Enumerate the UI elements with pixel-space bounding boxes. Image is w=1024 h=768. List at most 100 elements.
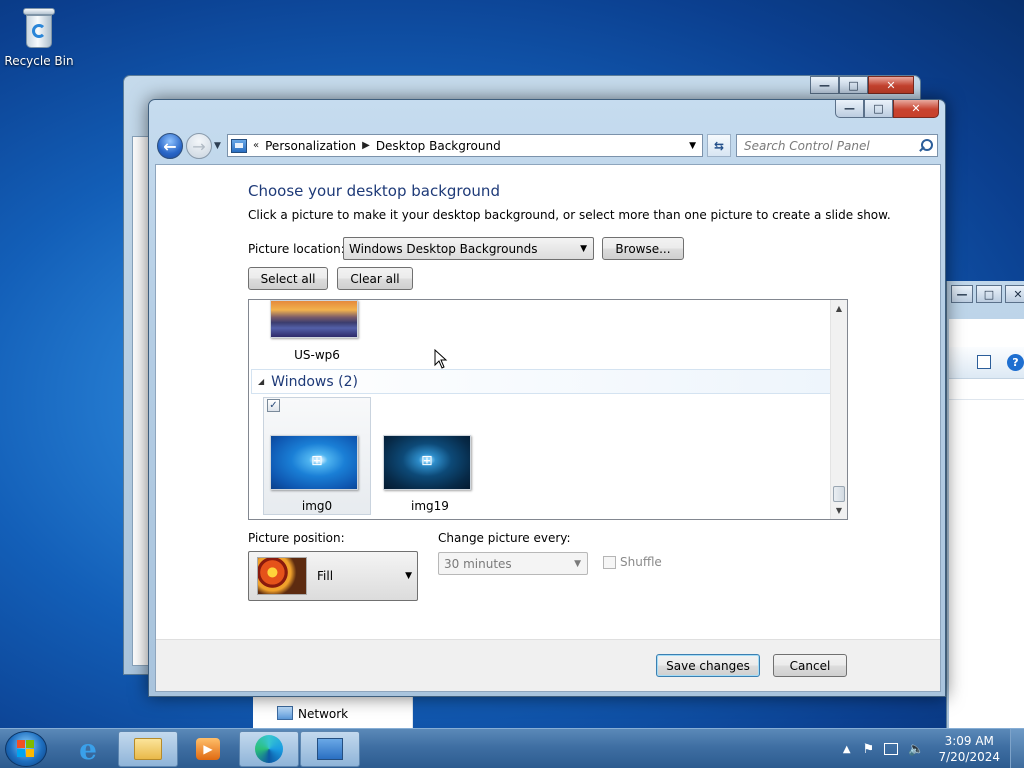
change-interval-select[interactable]: 30 minutes ▼: [438, 552, 588, 575]
recycle-bin-shortcut[interactable]: Recycle Bin: [4, 6, 74, 68]
wallpaper-list[interactable]: US-wp6 ◢ Windows (2) ✓ ⊞ img0 ⊞ img19 ▲ …: [248, 299, 848, 520]
group-name: Windows (2): [271, 373, 358, 390]
caption-buttons: — □ ✕: [835, 100, 939, 118]
taskbar-control-panel[interactable]: [300, 731, 360, 767]
start-button[interactable]: [5, 731, 47, 767]
search-box[interactable]: Search Control Panel: [736, 134, 938, 157]
clock-date: 7/20/2024: [938, 750, 1000, 764]
change-picture-label: Change picture every:: [438, 531, 571, 545]
checkbox-icon[interactable]: [603, 555, 616, 569]
wallpaper-label-img0: img0: [301, 499, 333, 513]
folder-icon: [134, 738, 162, 760]
collapse-triangle-icon[interactable]: ◢: [258, 377, 264, 386]
picture-location-label: Picture location:: [248, 242, 345, 256]
minimize-icon[interactable]: —: [810, 76, 839, 94]
network-label[interactable]: Network: [298, 707, 348, 721]
mouse-cursor-icon: [434, 349, 448, 369]
shuffle-label: Shuffle: [620, 555, 662, 569]
scrollbar-thumb[interactable]: [833, 486, 845, 502]
search-input[interactable]: Search Control Panel: [744, 139, 870, 153]
close-icon[interactable]: ✕: [868, 76, 914, 94]
clock-time: 3:09 AM: [944, 734, 994, 748]
breadcrumb-overflow[interactable]: «: [253, 140, 259, 151]
explorer-content: [949, 319, 1024, 731]
refresh-icon: ⇆: [713, 138, 725, 153]
search-icon[interactable]: [918, 138, 933, 153]
shuffle-checkbox[interactable]: Shuffle: [603, 555, 662, 569]
wallpaper-label-img19: img19: [411, 499, 449, 513]
maximize-icon[interactable]: □: [864, 100, 893, 118]
taskbar-edge[interactable]: [239, 731, 299, 767]
explorer-window-partial[interactable]: — □ ✕ ?: [946, 281, 1024, 731]
checkbox-checked-icon[interactable]: ✓: [267, 399, 280, 412]
refresh-button[interactable]: ⇆: [707, 134, 731, 157]
volume-icon[interactable]: 🔈: [908, 742, 924, 757]
clock[interactable]: 3:09 AM 7/20/2024: [938, 733, 1000, 765]
control-panel-icon: [231, 138, 247, 153]
close-icon[interactable]: ✕: [893, 100, 939, 118]
list-scrollbar[interactable]: ▲ ▼: [830, 300, 847, 519]
wallpaper-thumb-img19[interactable]: ⊞: [383, 435, 471, 490]
desktop-background-window[interactable]: — □ ✕ ← → ▼ « Personalization ▶ Desktop …: [148, 99, 946, 697]
picture-position-label: Picture position:: [248, 531, 345, 545]
address-dropdown-icon[interactable]: ▼: [689, 141, 696, 151]
windows-logo-icon: ⊞: [311, 453, 323, 469]
preview-pane-icon[interactable]: [977, 355, 991, 369]
scroll-up-icon[interactable]: ▲: [831, 300, 847, 317]
breadcrumb-separator-icon[interactable]: ▶: [362, 140, 370, 151]
browse-button[interactable]: Browse...: [602, 237, 684, 260]
back-button[interactable]: ←: [157, 133, 183, 159]
taskbar: e ▶ ▲ ⚑ 🔈 3:09 AM 7/20/2024: [0, 728, 1024, 768]
main-content: Choose your desktop background Click a p…: [155, 164, 941, 692]
breadcrumb-desktop-background[interactable]: Desktop Background: [376, 139, 501, 153]
show-hidden-icons-icon[interactable]: ▲: [843, 744, 851, 755]
help-icon[interactable]: ?: [1007, 354, 1024, 371]
arrow-left-icon: ←: [163, 136, 177, 156]
clear-all-button[interactable]: Clear all: [337, 267, 413, 290]
chevron-down-icon: ▼: [574, 558, 581, 569]
picture-position-select[interactable]: Fill ▼: [248, 551, 418, 601]
arrow-right-icon: →: [192, 136, 206, 156]
network-status-icon[interactable]: [884, 743, 899, 755]
forward-button[interactable]: →: [186, 133, 212, 159]
page-title: Choose your desktop background: [248, 182, 500, 200]
scroll-down-icon[interactable]: ▼: [831, 502, 847, 519]
explorer-toolbar: ?: [949, 347, 1024, 379]
windows-logo-icon: [17, 740, 35, 758]
wallpaper-thumb-img0[interactable]: ⊞: [270, 435, 358, 490]
save-changes-button[interactable]: Save changes: [656, 654, 760, 677]
taskbar-media-player[interactable]: ▶: [178, 731, 238, 767]
taskbar-file-explorer[interactable]: [118, 731, 178, 767]
media-player-icon: ▶: [196, 738, 220, 760]
chevron-down-icon: ▼: [405, 571, 412, 581]
close-icon[interactable]: ✕: [1005, 285, 1024, 303]
address-bar[interactable]: « Personalization ▶ Desktop Background ▼: [227, 134, 703, 157]
select-all-button[interactable]: Select all: [248, 267, 328, 290]
recent-pages-dropdown[interactable]: ▼: [214, 141, 221, 151]
explorer-divider: [949, 399, 1024, 400]
maximize-icon[interactable]: □: [976, 285, 1002, 303]
action-center-flag-icon[interactable]: ⚑: [863, 742, 875, 757]
chevron-down-icon: ▼: [580, 243, 587, 254]
control-panel-icon: [317, 738, 343, 760]
recycle-bin-icon: [22, 6, 56, 50]
position-preview-image: [257, 557, 307, 595]
background-window-caption-buttons: — □ ✕: [810, 76, 914, 94]
taskbar-internet-explorer[interactable]: e: [58, 731, 118, 767]
picture-location-value: Windows Desktop Backgrounds: [349, 241, 538, 256]
cancel-button[interactable]: Cancel: [773, 654, 847, 677]
picture-location-select[interactable]: Windows Desktop Backgrounds ▼: [343, 237, 594, 260]
edge-icon: [255, 735, 283, 763]
dialog-footer: Save changes Cancel: [156, 639, 940, 691]
minimize-icon[interactable]: —: [951, 285, 973, 303]
page-description: Click a picture to make it your desktop …: [248, 208, 891, 222]
minimize-icon[interactable]: —: [835, 100, 864, 118]
change-interval-value: 30 minutes: [444, 556, 512, 571]
wallpaper-thumb-us-wp6[interactable]: [270, 300, 358, 338]
breadcrumb-personalization[interactable]: Personalization: [265, 139, 356, 153]
maximize-icon[interactable]: □: [839, 76, 868, 94]
system-tray: ▲ ⚑ 🔈 3:09 AM 7/20/2024: [843, 729, 1024, 768]
group-header-windows[interactable]: ◢ Windows (2): [251, 369, 831, 394]
network-icon: [277, 706, 293, 720]
show-desktop-button[interactable]: [1010, 729, 1024, 768]
